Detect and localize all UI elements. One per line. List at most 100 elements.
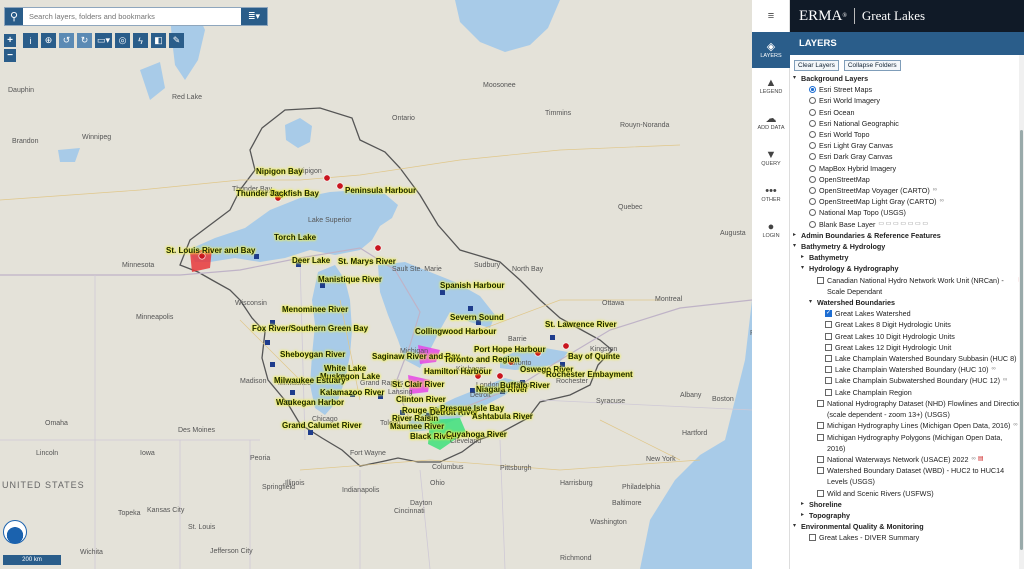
aoi-point-marker[interactable] [374,244,382,252]
tree-layer[interactable]: Lake Champlain Watershed Boundary Subbas… [793,353,1024,364]
zoom-out-button[interactable]: − [4,49,16,62]
tree-folder[interactable]: ▾ Bathymetry & Hydrology [793,241,1024,252]
checkbox[interactable] [825,388,832,396]
aoi-point-marker[interactable] [323,174,331,182]
tree-layer[interactable]: Great Lakes - DIVER Summary [793,532,1024,543]
tree-layer[interactable]: Esri National Geographic [793,118,1024,129]
strip-item-add-data[interactable]: ☁ ADD DATA [752,104,790,140]
aoi-label[interactable]: Manistique River [318,275,382,284]
radio-button[interactable] [809,86,816,94]
layer-info-icon[interactable]: ∞ [972,454,976,465]
aoi-point-marker[interactable] [562,342,570,350]
aoi-label[interactable]: Milwaukee Estuary [274,376,346,385]
caret-right-icon[interactable]: ▸ [793,230,801,241]
aoi-label[interactable]: Port Hope Harbour [474,345,546,354]
scrollbar-thumb[interactable] [1020,130,1023,550]
ruler-icon[interactable]: ▭▾ [95,33,113,48]
tree-layer[interactable]: Esri World Imagery [793,95,1024,106]
aoi-label[interactable]: St. Lawrence River [545,320,617,329]
tree-layer[interactable]: Esri Dark Gray Canvas [793,151,1024,162]
aoi-label[interactable]: St. Clair River [392,380,444,389]
aoi-label[interactable]: Kalamazoo River [320,388,384,397]
aoi-label[interactable]: Torch Lake [274,233,316,242]
station-marker[interactable] [308,430,313,435]
radio-button[interactable] [809,108,816,116]
checkbox[interactable] [825,366,832,374]
checkbox[interactable] [817,422,824,430]
aoi-label[interactable]: St. Louis River and Bay [166,246,255,255]
draw-icon[interactable]: ✎ [169,33,185,48]
layer-info-icon[interactable]: ∞ [1003,375,1007,386]
aoi-label[interactable]: Cuyahoga River [446,430,507,439]
aoi-label[interactable]: Toronto and Region [444,355,519,364]
tree-layer[interactable]: Great Lakes 8 Digit Hydrologic Units [793,319,1024,330]
redo-icon[interactable]: ↻ [77,33,92,48]
checkbox[interactable] [825,355,832,363]
aoi-label[interactable]: Grand Calumet River [282,421,362,430]
caret-right-icon[interactable]: ▸ [801,510,809,521]
aoi-label[interactable]: Bay of Quinte [568,352,620,361]
aoi-label[interactable]: Jackfish Bay [270,189,319,198]
tree-layer[interactable]: Wild and Scenic Rivers (USFWS) [793,488,1024,499]
checkbox[interactable] [817,489,824,497]
station-marker[interactable] [265,340,270,345]
radio-button[interactable] [809,175,816,183]
layer-info-icon[interactable]: ∞ [940,196,944,207]
panel-scrollbar[interactable] [1019,55,1024,569]
checkbox[interactable] [825,321,832,329]
tree-layer[interactable]: Michigan Hydrography Polygons (Michigan … [793,432,1024,454]
aoi-label[interactable]: Waukegan Harbor [276,398,344,407]
flash-icon[interactable]: ϟ [133,33,149,48]
map-view[interactable]: Dauphin Red Lake Brandon Winnipeg Moosonee Ni… [0,0,752,569]
aoi-label[interactable]: Peninsula Harbour [345,186,416,195]
aoi-label[interactable]: Ashtabula River [472,412,533,421]
tree-folder[interactable]: ▸ Shoreline [793,499,1024,510]
checkbox[interactable] [817,455,824,463]
aoi-label[interactable]: Fox River/Southern Green Bay [252,324,368,333]
station-marker[interactable] [440,290,445,295]
tree-layer[interactable]: Esri Light Gray Canvas [793,140,1024,151]
radio-button[interactable] [809,187,816,195]
radio-button[interactable] [809,164,816,172]
aoi-point-marker[interactable] [336,182,344,190]
radio-button[interactable] [809,153,816,161]
aoi-label[interactable]: Severn Sound [450,313,504,322]
radio-button[interactable] [809,97,816,105]
tree-folder[interactable]: ▾ Hydrology & Hydrography [793,263,1024,274]
radio-button[interactable] [809,119,816,127]
checkbox[interactable] [817,433,824,441]
strip-item-legend[interactable]: ▲ LEGEND [752,68,790,104]
aoi-label[interactable]: Spanish Harbour [440,281,504,290]
aoi-label[interactable]: Rochester Embayment [546,370,633,379]
checkbox[interactable] [817,467,824,475]
tree-layer[interactable]: National Map Topo (USGS) [793,207,1024,218]
aoi-label[interactable]: Sheboygan River [280,350,345,359]
checkbox[interactable] [825,343,832,351]
aoi-label[interactable]: Deer Lake [292,256,330,265]
checkbox[interactable] [825,377,832,385]
aoi-label[interactable]: Hamilton Harbour [424,367,492,376]
aoi-label[interactable]: St. Marys River [338,257,396,266]
caret-down-icon[interactable]: ▾ [793,521,801,532]
tree-folder[interactable]: ▸ Admin Boundaries & Reference Features [793,230,1024,241]
strip-item-layers[interactable]: ◈ LAYERS [752,32,790,68]
pdf-icon[interactable]: ▤ [978,454,984,465]
checkbox[interactable] [809,534,816,542]
checkbox[interactable] [825,332,832,340]
tree-folder[interactable]: ▸ Bathymetry [793,252,1024,263]
tree-layer[interactable]: Lake Champlain Watershed Boundary (HUC 1… [793,364,1024,375]
layers-dropdown-button[interactable]: ≣▾ [241,8,267,25]
tree-layer[interactable]: OpenStreetMap Light Gray (CARTO) ∞ [793,196,1024,207]
tree-folder[interactable]: ▸ Topography [793,510,1024,521]
tree-folder[interactable]: ▾ Environmental Quality & Monitoring [793,521,1024,532]
tree-layer[interactable]: OpenStreetMap Voyager (CARTO) ∞ [793,185,1024,196]
tree-layer[interactable]: OpenStreetMap [793,174,1024,185]
search-input[interactable] [23,8,241,25]
radio-button[interactable] [809,142,816,150]
radio-button[interactable] [809,220,816,228]
locate-icon[interactable]: ◎ [115,33,131,48]
strip-item-login[interactable]: ● LOGIN [752,212,790,248]
caret-down-icon[interactable]: ▾ [793,241,801,252]
aoi-label[interactable]: Menominee River [282,305,348,314]
compare-icon[interactable]: ◧ [151,33,167,48]
